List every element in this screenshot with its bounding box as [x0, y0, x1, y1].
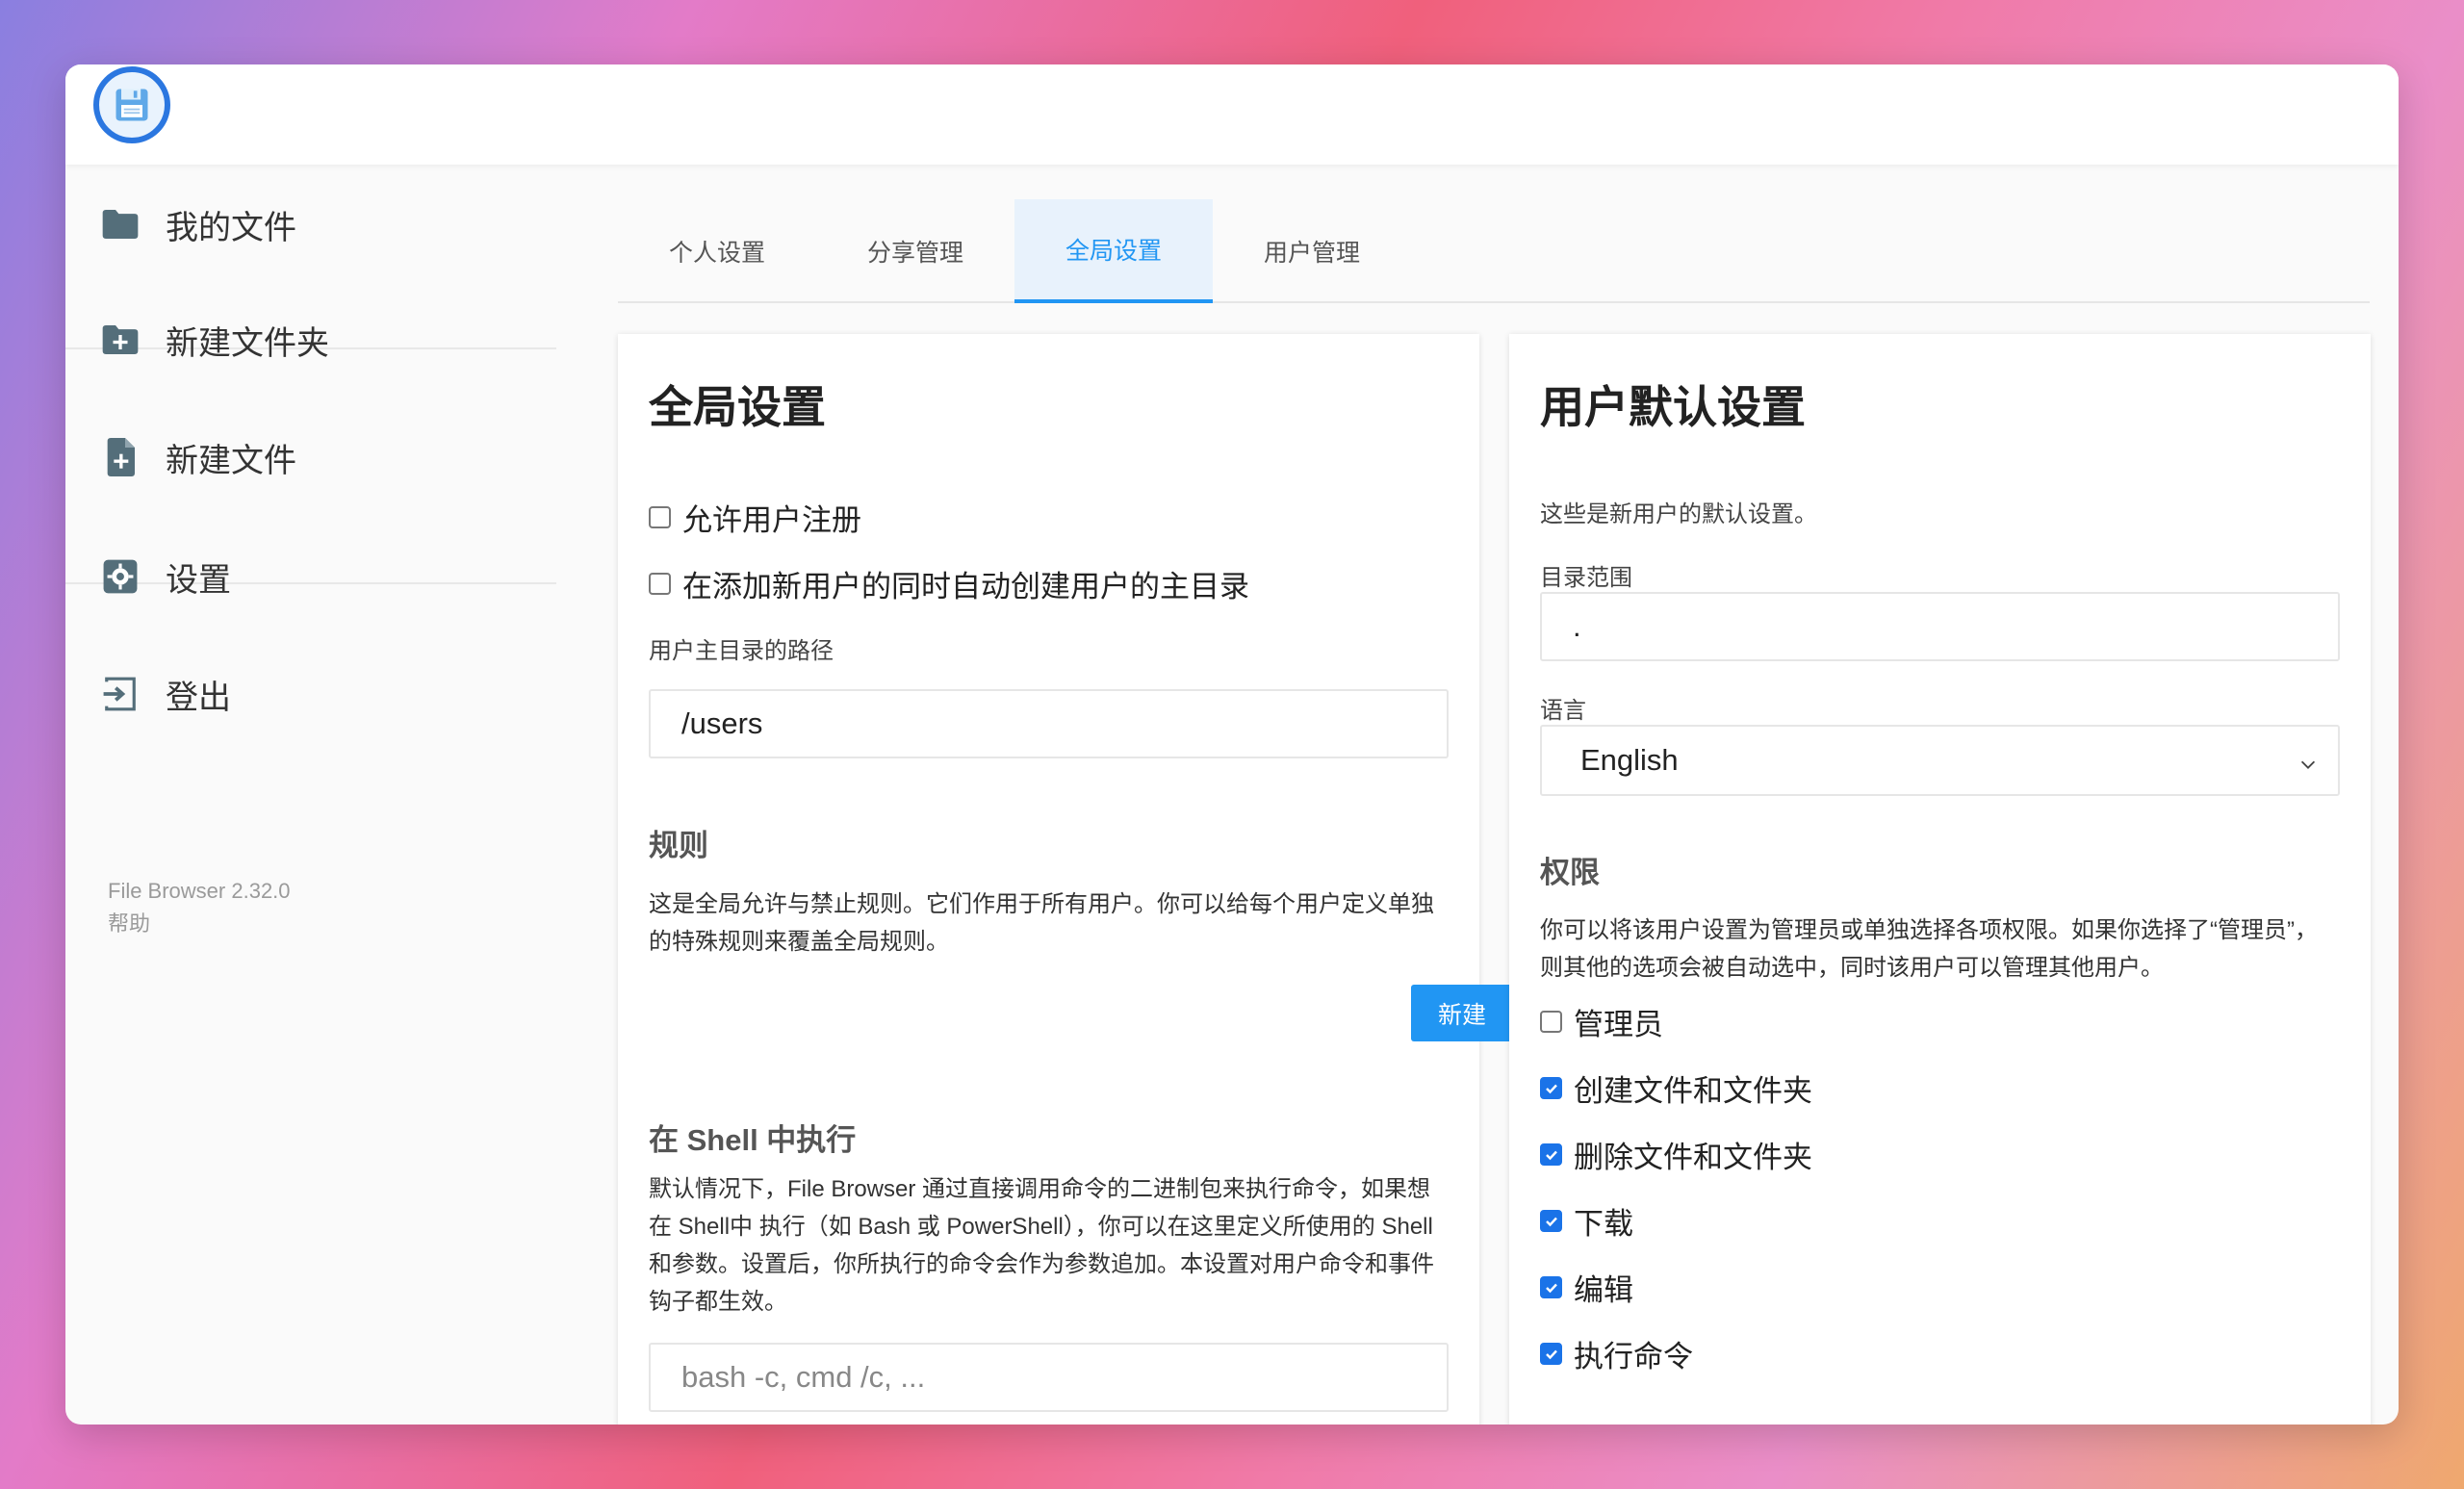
permission-create-row[interactable]: 创建文件和文件夹	[1540, 1066, 1812, 1110]
shell-section-title: 在 Shell 中执行	[649, 1123, 857, 1157]
app-window: 我的文件 新建文件夹 新建文件 设置 登出 File Browser 2.32.…	[65, 64, 2399, 1425]
sidebar-item-logout[interactable]: 登出	[65, 636, 556, 752]
settings-tabs: 个人设置 分享管理 全局设置 用户管理	[618, 199, 2370, 303]
version-text: File Browser 2.32.0	[108, 879, 291, 903]
top-bar	[65, 64, 2399, 165]
folder-icon	[100, 204, 141, 244]
user-defaults-card: 用户默认设置 这些是新用户的默认设置。 目录范围 . 语言 English 权限…	[1509, 334, 2371, 1425]
rules-description: 这是全局允许与禁止规则。它们作用于所有用户。你可以给每个用户定义单独的特殊规则来…	[649, 891, 1434, 955]
execute-checkbox[interactable]	[1540, 1343, 1562, 1365]
sidebar-item-label: 新建文件	[166, 442, 296, 479]
checkbox-label: 在添加新用户的同时自动创建用户的主目录	[682, 570, 1249, 603]
card-title: 全局设置	[649, 382, 826, 432]
permissions-description: 你可以将该用户设置为管理员或单独选择各项权限。如果你选择了“管理员”，则其他的选…	[1540, 917, 2318, 981]
sidebar-item-my-files[interactable]: 我的文件	[65, 167, 556, 282]
tab-global-settings[interactable]: 全局设置	[1014, 199, 1213, 303]
create-checkbox[interactable]	[1540, 1077, 1562, 1099]
download-checkbox[interactable]	[1540, 1210, 1562, 1232]
permission-delete-row[interactable]: 删除文件和文件夹	[1540, 1133, 1812, 1176]
checkbox-label: 下载	[1574, 1207, 1633, 1241]
allow-signup-checkbox[interactable]	[649, 506, 671, 528]
home-path-input[interactable]: /users	[649, 689, 1449, 758]
help-link[interactable]: 帮助	[108, 908, 291, 940]
sidebar-item-label: 设置	[166, 561, 231, 599]
sidebar-item-label: 登出	[166, 679, 231, 716]
checkbox-label: 执行命令	[1574, 1340, 1693, 1373]
permissions-section-title: 权限	[1540, 856, 1600, 889]
sidebar-item-label: 新建文件夹	[166, 324, 329, 362]
rules-section-title: 规则	[649, 829, 708, 862]
sidebar: 我的文件 新建文件夹 新建文件 设置 登出 File Browser 2.32.…	[65, 165, 556, 1425]
language-select[interactable]: English	[1540, 725, 2340, 796]
tab-shares[interactable]: 分享管理	[816, 199, 1014, 303]
edit-checkbox[interactable]	[1540, 1276, 1562, 1298]
tab-users[interactable]: 用户管理	[1213, 199, 1411, 303]
file-plus-icon	[100, 437, 141, 477]
create-home-checkbox[interactable]	[649, 573, 671, 595]
file-browser-logo[interactable]	[93, 66, 170, 143]
checkbox-label: 允许用户注册	[682, 503, 861, 537]
permission-execute-row[interactable]: 执行命令	[1540, 1332, 1693, 1375]
checkbox-label: 删除文件和文件夹	[1574, 1141, 1812, 1174]
sidebar-item-label: 我的文件	[166, 209, 296, 246]
gear-icon	[100, 556, 141, 597]
shell-input[interactable]: bash -c, cmd /c, ...	[649, 1343, 1449, 1412]
create-home-row[interactable]: 在添加新用户的同时自动创建用户的主目录	[649, 562, 1249, 605]
shell-description: 默认情况下，File Browser 通过直接调用命令的二进制包来执行命令，如果…	[649, 1176, 1434, 1315]
permission-admin-row[interactable]: 管理员	[1540, 1000, 1663, 1043]
logout-icon	[100, 674, 141, 714]
folder-plus-icon	[100, 320, 141, 360]
checkbox-label: 创建文件和文件夹	[1574, 1074, 1812, 1108]
admin-checkbox[interactable]	[1540, 1011, 1562, 1033]
sidebar-item-settings[interactable]: 设置	[65, 519, 556, 634]
tab-profile[interactable]: 个人设置	[618, 199, 816, 303]
permission-download-row[interactable]: 下载	[1540, 1199, 1633, 1243]
language-value: English	[1580, 743, 1679, 777]
delete-checkbox[interactable]	[1540, 1143, 1562, 1166]
permission-edit-row[interactable]: 编辑	[1540, 1266, 1633, 1309]
defaults-description: 这些是新用户的默认设置。	[1540, 501, 1817, 527]
checkbox-label: 编辑	[1574, 1273, 1633, 1307]
global-settings-card: 全局设置 允许用户注册 在添加新用户的同时自动创建用户的主目录 用户主目录的路径…	[618, 334, 1513, 1425]
language-label: 语言	[1540, 698, 1586, 724]
home-path-label: 用户主目录的路径	[649, 638, 834, 664]
new-rule-button[interactable]: 新建	[1411, 985, 1513, 1041]
chevron-down-icon	[2297, 748, 2319, 783]
sidebar-item-new-file[interactable]: 新建文件	[65, 399, 556, 515]
card-title: 用户默认设置	[1540, 382, 1806, 432]
allow-signup-row[interactable]: 允许用户注册	[649, 496, 861, 539]
scope-input[interactable]: .	[1540, 592, 2340, 661]
credits: File Browser 2.32.0 帮助	[108, 875, 291, 940]
sidebar-item-new-folder[interactable]: 新建文件夹	[65, 282, 556, 398]
floppy-disk-icon	[116, 89, 148, 121]
checkbox-label: 管理员	[1574, 1008, 1663, 1041]
scope-label: 目录范围	[1540, 565, 1632, 591]
